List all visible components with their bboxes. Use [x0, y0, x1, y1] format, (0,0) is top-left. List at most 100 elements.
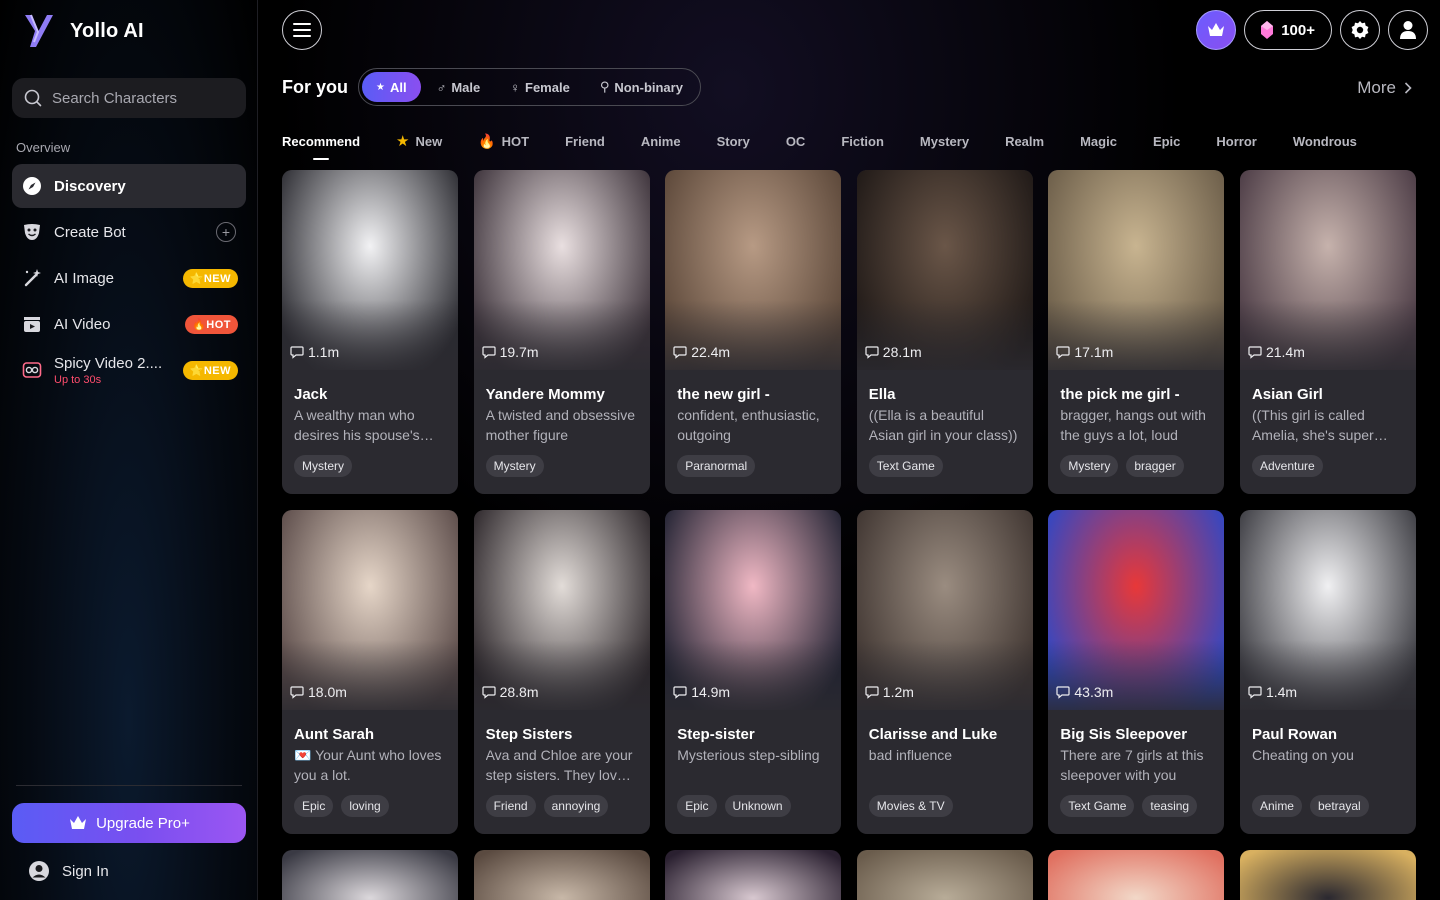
tag-chip[interactable]: loving [341, 795, 389, 817]
tag-chip[interactable]: Anime [1251, 795, 1302, 817]
chevron-right-icon [1404, 82, 1412, 94]
card-body: Ella ((Ella is a beautiful Asian girl in … [857, 370, 1033, 477]
tag-chip[interactable]: Unknown [724, 795, 791, 817]
character-description: Cheating on you [1251, 747, 1354, 763]
card-body: Clarisse and Luke bad influence Movies & T… [857, 710, 1033, 817]
tag-chip[interactable]: betrayal [1309, 795, 1369, 817]
tab-hot[interactable]: 🔥 HOT [478, 128, 529, 154]
tab-friend[interactable]: Friend [565, 128, 605, 154]
spicy-video-subtitle: Up to 30s [54, 373, 102, 386]
tab-wondrous[interactable]: Wondrous [1293, 128, 1357, 154]
tab-oc[interactable]: OC [786, 128, 806, 154]
tag-chip[interactable]: Text Game [1060, 795, 1135, 817]
sidebar-item-ai-video[interactable]: AI Video 🔥HOT [12, 302, 246, 346]
gender-option-non-binary[interactable]: ⚲ Non-binary [586, 72, 697, 102]
tag-chip[interactable]: Epic [677, 795, 717, 817]
tab-new[interactable]: ★ New [396, 128, 442, 154]
user-circle-icon [29, 861, 49, 881]
tab-epic[interactable]: Epic [1153, 128, 1180, 154]
sidebar-item-label: AI Image [54, 269, 115, 287]
character-description: bragger, hangs out with the guys a lot, … [1060, 407, 1206, 443]
tab-realm[interactable]: Realm [1005, 128, 1044, 154]
character-description: ((Ella is a beautiful Asian girl in your… [868, 407, 1018, 443]
tag-chip[interactable]: Text Game [868, 455, 943, 477]
tag-chip[interactable]: Friend [485, 795, 536, 817]
settings-button[interactable] [1340, 10, 1380, 50]
tag-chip[interactable]: Mystery [485, 455, 544, 477]
character-card[interactable]: 28.8m Step Sisters Ava and Chloe are your … [473, 510, 650, 834]
sidebar-item-ai-image[interactable]: AI Image ⭐NEW [12, 256, 246, 300]
character-card[interactable]: 14.9m Step-sister Mysterious step-sibling E… [665, 510, 842, 834]
card-body: Aunt Sarah 💌 Your Aunt who loves you a lo… [282, 710, 458, 817]
tag-chip[interactable]: Adventure [1251, 455, 1323, 477]
tag-chip[interactable]: Mystery [294, 455, 352, 477]
character-card[interactable] [856, 850, 1033, 900]
character-card[interactable]: 43.3m Big Sis Sleepover There are 7 girls … [1048, 510, 1225, 834]
menu-button[interactable] [282, 10, 322, 50]
chat-icon [865, 346, 879, 359]
app-logo[interactable]: Yollo AI [22, 12, 144, 50]
character-card[interactable] [473, 850, 650, 900]
tab-horror[interactable]: Horror [1216, 128, 1256, 154]
character-card[interactable]: 1.2m Clarisse and Luke bad influence Movies… [856, 510, 1033, 834]
tag-chip[interactable]: Paranormal [677, 455, 756, 477]
add-icon[interactable]: + [216, 222, 236, 242]
tab-magic[interactable]: Magic [1080, 128, 1117, 154]
sidebar-item-discovery[interactable]: Discovery [12, 164, 246, 208]
card-body: Jack A wealthy man who desires his spouse… [282, 370, 458, 477]
character-card[interactable] [1048, 850, 1225, 900]
tag-chip[interactable]: teasing [1142, 795, 1198, 817]
tab-recommend[interactable]: Recommend [282, 128, 360, 154]
character-card[interactable] [1239, 850, 1416, 900]
profile-button[interactable] [1388, 10, 1428, 50]
tag-chip[interactable]: annoying [543, 795, 609, 817]
gear-icon [1351, 21, 1369, 39]
character-description: A wealthy man who desires his spouse's a… [294, 407, 420, 443]
male-icon: ♂ [436, 79, 447, 95]
gender-option-all[interactable]: ★ All [362, 72, 421, 102]
tab-story[interactable]: Story [717, 128, 750, 154]
tab-mystery[interactable]: Mystery [920, 128, 969, 154]
chat-count: 28.1m [865, 344, 922, 360]
character-image: 22.4m [665, 170, 842, 370]
upgrade-pro-button[interactable]: Upgrade Pro+ [12, 803, 246, 843]
search-box[interactable] [12, 78, 246, 118]
card-body: Asian Girl ((This girl is called Amelia, … [1240, 370, 1416, 477]
sidebar-item-create-bot[interactable]: Create Bot + [12, 210, 246, 254]
character-card[interactable] [665, 850, 842, 900]
character-name: Asian Girl [1251, 386, 1323, 403]
tab-fiction[interactable]: Fiction [841, 128, 884, 154]
character-card[interactable]: 22.4m the new girl - confident, enthusiast… [665, 170, 842, 494]
premium-button[interactable] [1196, 10, 1237, 50]
tag-chip[interactable]: Epic [294, 795, 334, 817]
card-tags: Paranormal [677, 455, 829, 477]
star-icon: ★ [376, 81, 385, 93]
search-icon [24, 89, 42, 107]
more-link[interactable]: More [1357, 78, 1412, 98]
character-card[interactable]: 28.1m Ella ((Ella is a beautiful Asian gir… [856, 170, 1033, 494]
character-name: Yandere Mommy [485, 386, 605, 403]
crown-icon [1208, 23, 1225, 36]
gender-option-male[interactable]: ♂ Male [423, 72, 495, 102]
sign-in-button[interactable]: Sign In [28, 860, 109, 882]
app-name: Yollo AI [70, 19, 144, 42]
character-card[interactable]: 17.1m the pick me girl - bragger, hangs ou… [1048, 170, 1225, 494]
tag-chip[interactable]: Movies & TV [868, 795, 953, 817]
tab-anime[interactable]: Anime [641, 128, 681, 154]
tag-chip[interactable]: Mystery [1060, 455, 1119, 477]
character-card[interactable]: 1.4m Paul Rowan Cheating on you Anime betray… [1239, 510, 1416, 834]
chat-icon [481, 686, 496, 699]
sidebar-item-spicy-video[interactable]: Spicy Video 2.... Up to 30s ⭐NEW [12, 348, 246, 392]
tag-chip[interactable]: bragger [1126, 455, 1184, 477]
character-card[interactable]: 18.0m Aunt Sarah 💌 Your Aunt who loves you… [282, 510, 458, 834]
chat-count: 22.4m [673, 344, 730, 360]
card-tags: Epic Unknown [677, 795, 829, 817]
search-input[interactable] [52, 89, 242, 107]
chat-icon [1248, 346, 1262, 359]
gender-option-female[interactable]: ♀ Female [496, 72, 584, 102]
character-card[interactable]: 21.4m Asian Girl ((This girl is called Ame… [1239, 170, 1416, 494]
character-card[interactable] [282, 850, 458, 900]
gems-button[interactable]: 100+ [1244, 10, 1332, 50]
character-card[interactable]: 1.1m Jack A wealthy man who desires his sp… [282, 170, 458, 494]
character-card[interactable]: 19.7m Yandere Mommy A twisted and obsessiv… [473, 170, 650, 494]
